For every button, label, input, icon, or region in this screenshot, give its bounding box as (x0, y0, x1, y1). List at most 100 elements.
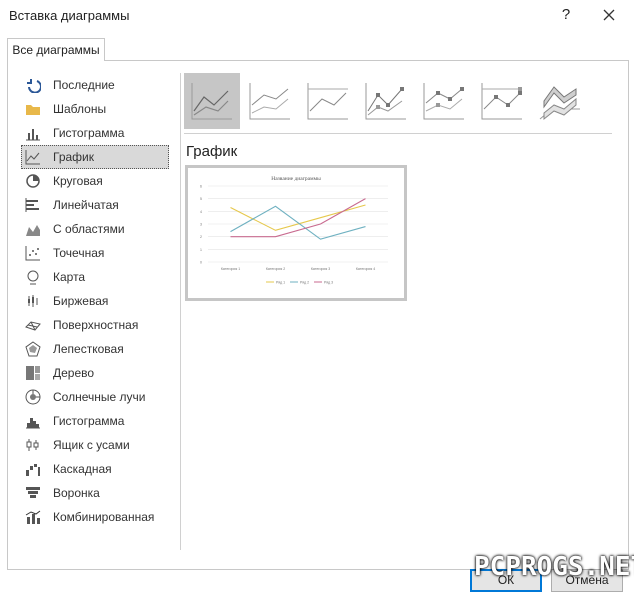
category-item[interactable]: Гистограмма (21, 409, 169, 433)
scatter-chart-icon (25, 245, 41, 261)
category-item[interactable]: Гистограмма (21, 121, 169, 145)
close-button[interactable] (598, 5, 620, 25)
help-button[interactable]: ? (556, 5, 576, 25)
category-label: Каскадная (53, 462, 112, 476)
waterfall-chart-icon (25, 461, 41, 477)
category-item[interactable]: Линейчатая (21, 193, 169, 217)
chart-title: Название диаграммы (271, 176, 321, 182)
line-markers-subtype-button[interactable] (358, 73, 414, 129)
category-label: Круговая (53, 174, 103, 188)
category-label: Ящик с усами (53, 438, 130, 452)
100-stacked-line-subtype-icon (307, 83, 348, 120)
category-item[interactable]: Последние (21, 73, 169, 97)
close-icon (603, 9, 615, 21)
category-label: Воронка (53, 486, 100, 500)
line-subtype-button[interactable] (184, 73, 240, 129)
y-tick-label: 2 (200, 235, 202, 239)
category-item[interactable]: Шаблоны (21, 97, 169, 121)
category-item[interactable]: Карта (21, 265, 169, 289)
category-item[interactable]: Комбинированная (21, 505, 169, 529)
100-stacked-line-markers-subtype-button[interactable] (474, 73, 530, 129)
chart-preview[interactable]: Название диаграммы 0 1 2 3 4 5 6 Категория 1 Кат… (185, 165, 407, 301)
recent-icon (25, 77, 42, 94)
title-bar: Вставка диаграммы ? (0, 0, 634, 32)
category-label: Поверхностная (53, 318, 139, 332)
category-item[interactable]: Ящик с усами (21, 433, 169, 457)
x-tick-label: Категория 2 (266, 267, 285, 271)
y-tick-label: 3 (200, 223, 202, 227)
category-label: Лепестковая (53, 342, 124, 356)
stacked-line-markers-subtype-button[interactable] (416, 73, 472, 129)
category-label: Линейчатая (53, 198, 119, 212)
3d-line-subtype-icon (539, 86, 580, 121)
stacked-line-markers-subtype-icon (423, 83, 464, 120)
histogram-chart-icon (25, 413, 41, 429)
combo-chart-icon (25, 509, 41, 525)
category-item[interactable]: Лепестковая (21, 337, 169, 361)
category-item[interactable]: Дерево (21, 361, 169, 385)
y-tick-label: 0 (200, 261, 202, 265)
100-stacked-line-markers-subtype-icon (481, 83, 522, 120)
category-label: Карта (53, 270, 86, 284)
sunburst-chart-icon (25, 389, 41, 405)
y-tick-label: 1 (200, 248, 202, 252)
stacked-line-subtype-icon (249, 83, 290, 120)
bar-chart-icon (25, 197, 41, 213)
category-item[interactable]: С областями (21, 217, 169, 241)
tab-panel: Последние Шаблоны Гистограмма График Кругова… (7, 60, 629, 570)
x-tick-label: Категория 1 (221, 267, 240, 271)
category-item[interactable]: Круговая (21, 169, 169, 193)
funnel-chart-icon (25, 485, 41, 501)
preview-chart: Название диаграммы 0 1 2 3 4 5 6 Категория 1 Кат… (200, 176, 388, 284)
category-label: Гистограмма (53, 414, 125, 428)
treemap-chart-icon (25, 365, 41, 381)
category-item[interactable]: Солнечные лучи (21, 385, 169, 409)
100-stacked-line-subtype-button[interactable] (300, 73, 356, 129)
legend-label: Ряд 1 (276, 280, 285, 284)
pie-chart-icon (25, 173, 41, 189)
line-markers-subtype-icon (365, 83, 406, 120)
dialog-title: Вставка диаграммы (9, 8, 130, 23)
category-label: Солнечные лучи (53, 390, 146, 404)
watermark-text: PCPROGS.NET (474, 552, 634, 582)
y-tick-label: 6 (200, 185, 202, 189)
category-item[interactable]: Воронка (21, 481, 169, 505)
area-chart-icon (25, 221, 41, 237)
category-item[interactable]: Каскадная (21, 457, 169, 481)
x-tick-label: Категория 4 (356, 267, 375, 271)
stacked-line-subtype-button[interactable] (242, 73, 298, 129)
selected-subtype-title: График (186, 143, 238, 160)
legend-label: Ряд 3 (324, 280, 333, 284)
category-item[interactable]: Биржевая (21, 289, 169, 313)
category-item[interactable]: Поверхностная (21, 313, 169, 337)
map-chart-icon (25, 269, 41, 285)
stock-chart-icon (25, 293, 41, 309)
category-item[interactable]: График (21, 145, 169, 169)
category-label: С областями (53, 222, 125, 236)
y-tick-label: 5 (200, 197, 202, 201)
category-label: Комбинированная (53, 510, 155, 524)
vertical-divider (180, 73, 181, 550)
x-tick-label: Категория 3 (311, 267, 330, 271)
category-label: Шаблоны (53, 102, 107, 116)
category-item[interactable]: Точечная (21, 241, 169, 265)
category-label: Последние (53, 78, 115, 92)
line-subtype-icon (191, 83, 232, 120)
tab-all-charts[interactable]: Все диаграммы (7, 38, 105, 61)
column-chart-icon (25, 125, 41, 141)
tab-strip: Все диаграммы (0, 36, 634, 61)
3d-line-subtype-button[interactable] (532, 73, 588, 129)
chart-category-list: Последние Шаблоны Гистограмма График Кругова… (21, 73, 169, 529)
category-label: График (53, 150, 94, 164)
y-tick-label: 4 (200, 210, 202, 214)
category-label: Точечная (53, 246, 105, 260)
category-label: Гистограмма (53, 126, 125, 140)
folder-icon (25, 101, 41, 117)
line-chart-icon (25, 149, 41, 165)
box-whisker-chart-icon (25, 437, 41, 453)
horizontal-divider (184, 133, 612, 134)
category-label: Дерево (53, 366, 95, 380)
category-label: Биржевая (53, 294, 109, 308)
legend-label: Ряд 2 (300, 280, 309, 284)
radar-chart-icon (25, 341, 41, 357)
